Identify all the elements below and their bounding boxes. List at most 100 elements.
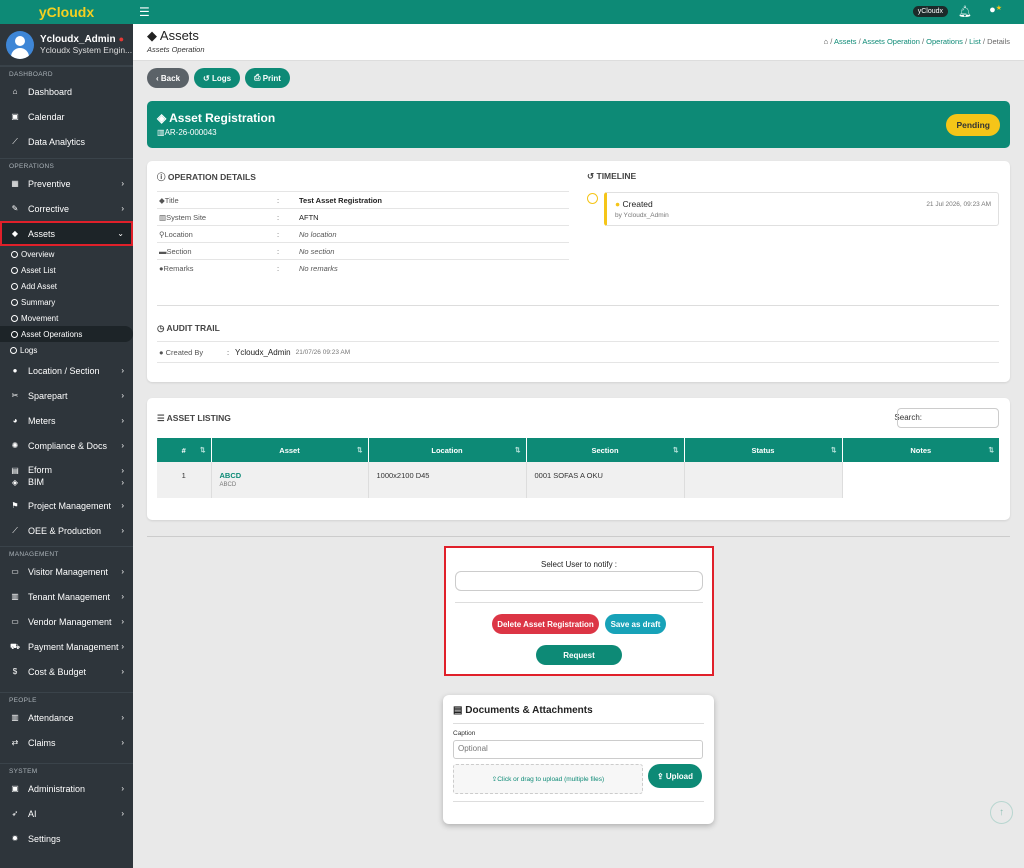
sidebar-sub-summary[interactable]: Summary (0, 294, 133, 310)
sidebar-sub-overview[interactable]: Overview (0, 246, 133, 262)
user-profile[interactable]: Ycloudx_Admin ● Ycloudx System Engin... (0, 24, 133, 66)
sort-icon: ⇅ (988, 447, 994, 454)
sidebar-item-ai[interactable]: ➶ AI › (0, 801, 133, 826)
sidebar-item-label: Preventive (28, 178, 71, 189)
sidebar-sub-add-asset[interactable]: Add Asset (0, 278, 133, 294)
file-drop-zone[interactable]: ⇪Click or drag to upload (multiple files… (453, 764, 643, 794)
column-header[interactable]: Status ⇅ (684, 438, 843, 462)
sidebar-item-label: Assets (28, 228, 56, 239)
sidebar-sub-movement[interactable]: Movement (0, 310, 133, 326)
sidebar-item-sparepart[interactable]: ✂ Sparepart › (0, 383, 133, 408)
sidebar-item-compliance[interactable]: ✺ Compliance & Docs › (0, 433, 133, 458)
sidebar-item-logs[interactable]: Logs (0, 342, 133, 358)
sidebar-item-eform[interactable]: ▤ Eform › (0, 464, 133, 476)
notify-user-select[interactable] (455, 571, 703, 591)
flag-icon: ⚑ (11, 501, 19, 510)
home-icon[interactable]: ⌂ (824, 37, 829, 46)
details-card: ⓘ OPERATION DETAILS ◆Title: Test Asset Re… (147, 161, 1010, 382)
asset-table: # ⇅ Asset ⇅ Location ⇅ Section ⇅ Status ⇅ Not… (157, 438, 999, 498)
sidebar-item-label: Eform (28, 465, 53, 475)
circle-icon (10, 346, 17, 354)
sub-label: Movement (21, 313, 59, 323)
sidebar-item-oee-production[interactable]: ⟋ OEE & Production › (0, 518, 133, 543)
page-subtitle: Assets Operation (147, 45, 205, 54)
sidebar-item-bim[interactable]: ◈ BIM › (0, 476, 133, 488)
avatar (6, 30, 34, 59)
cell-section: 0001 SOFAS A OKU (526, 462, 685, 498)
sidebar-sub-asset-list[interactable]: Asset List (0, 262, 133, 278)
upload-button[interactable]: ⇪ Upload (648, 764, 702, 788)
save-draft-button[interactable]: Save as draft (605, 614, 666, 634)
sidebar-item-vendor-management[interactable]: ▭ Vendor Management › (0, 609, 133, 634)
user-chip[interactable]: yCloudx (912, 6, 948, 17)
sidebar-item-data-analytics[interactable]: ⟋ Data Analytics (0, 129, 133, 154)
caption-input[interactable]: Optional (453, 740, 703, 759)
chart-line-icon: ⟋ (12, 525, 18, 535)
breadcrumb-item[interactable]: Operations (926, 37, 963, 46)
circle-icon (11, 298, 18, 306)
sidebar-item-meters[interactable]: ◕ Meters › (0, 408, 133, 433)
sidebar-sub-asset-operations[interactable]: Asset Operations (0, 326, 133, 342)
back-button[interactable]: ‹ Back (147, 68, 190, 88)
tag-icon: ◆ (11, 229, 19, 238)
colon: : (277, 212, 280, 222)
chevron-right-icon: › (121, 567, 124, 576)
delete-registration-button[interactable]: Delete Asset Registration (492, 614, 599, 634)
sidebar-item-tenant-management[interactable]: ▥ Tenant Management › (0, 584, 133, 609)
asset-link[interactable]: ABCD (220, 471, 360, 480)
sidebar-item-visitor-management[interactable]: ▭ Visitor Management › (0, 559, 133, 584)
sidebar-item-label: Settings (28, 833, 61, 844)
breadcrumb-item[interactable]: Assets (834, 37, 857, 46)
sidebar-item-assets[interactable]: ◆ Assets ⌄ (0, 221, 133, 246)
sidebar-item-payment-management[interactable]: ⛟ Payment Management › (0, 634, 133, 659)
timeline-date: 21 Jul 2026, 09:23 AM (926, 201, 991, 208)
divider (453, 801, 704, 802)
info-icon: ⓘ (157, 172, 166, 182)
user-star-icon[interactable]: ●★ (989, 4, 1002, 16)
request-button[interactable]: Request (536, 645, 622, 665)
logs-button[interactable]: ↺ Logs (194, 68, 241, 88)
sub-label: Logs (20, 345, 38, 355)
sidebar-item-dashboard[interactable]: ⌂ Dashboard (0, 79, 133, 104)
sidebar-item-preventive[interactable]: ▦ Preventive › (0, 171, 133, 196)
breadcrumb-item[interactable]: Assets Operation (862, 37, 920, 46)
brand-logo[interactable]: yCloudx (0, 0, 133, 24)
logs-label: Logs (211, 73, 232, 83)
detail-label: System Site (166, 212, 207, 222)
calendar-icon: ▣ (11, 112, 19, 121)
bell-icon[interactable]: 🔔︎ (958, 5, 972, 18)
section-system: SYSTEM (0, 763, 133, 776)
registration-header: ◈ Asset Registration ▥AR-26-000043 Pendi… (147, 101, 1010, 148)
sidebar-item-label: Location / Section (28, 365, 100, 376)
column-header[interactable]: Notes ⇅ (842, 438, 999, 462)
print-button[interactable]: ⎙ Print (245, 68, 290, 88)
sidebar-item-administration[interactable]: ▣ Administration › (0, 776, 133, 801)
gear-icon: ✹ (11, 834, 19, 843)
search-input[interactable] (897, 408, 999, 428)
sidebar-item-label: Cost & Budget (28, 666, 87, 677)
sub-label: Summary (21, 297, 56, 307)
cube-icon: ◈ (157, 111, 167, 125)
sidebar-item-label: AI (28, 808, 37, 819)
online-dot-icon: ● (118, 33, 125, 44)
sidebar-item-claims[interactable]: ⇄ Claims › (0, 730, 133, 755)
sidebar-item-corrective[interactable]: ✎ Corrective › (0, 196, 133, 221)
breadcrumb-item[interactable]: List (969, 37, 981, 46)
sidebar-item-settings[interactable]: ✹ Settings (0, 826, 133, 851)
sidebar-item-cost-budget[interactable]: $ Cost & Budget › (0, 659, 133, 684)
column-header[interactable]: Section ⇅ (526, 438, 685, 462)
column-header[interactable]: Asset ⇅ (211, 438, 369, 462)
sub-label: Overview (21, 249, 55, 259)
listing-title: ASSET LISTING (166, 413, 231, 423)
sidebar-item-calendar[interactable]: ▣ Calendar (0, 104, 133, 129)
scroll-to-top-button[interactable]: ↑ (990, 801, 1013, 824)
cell-num: 1 (157, 462, 212, 498)
sidebar-item-attendance[interactable]: ▥ Attendance › (0, 705, 133, 730)
column-header[interactable]: # ⇅ (157, 438, 212, 462)
sidebar-item-location-section[interactable]: ● Location / Section › (0, 358, 133, 383)
column-header[interactable]: Location ⇅ (368, 438, 527, 462)
hamburger-menu-icon[interactable]: ☰ (139, 5, 150, 19)
registration-code: AR-26-000043 (164, 128, 217, 137)
chevron-right-icon: › (121, 713, 124, 722)
sidebar-item-project-management[interactable]: ⚑ Project Management › (0, 493, 133, 518)
